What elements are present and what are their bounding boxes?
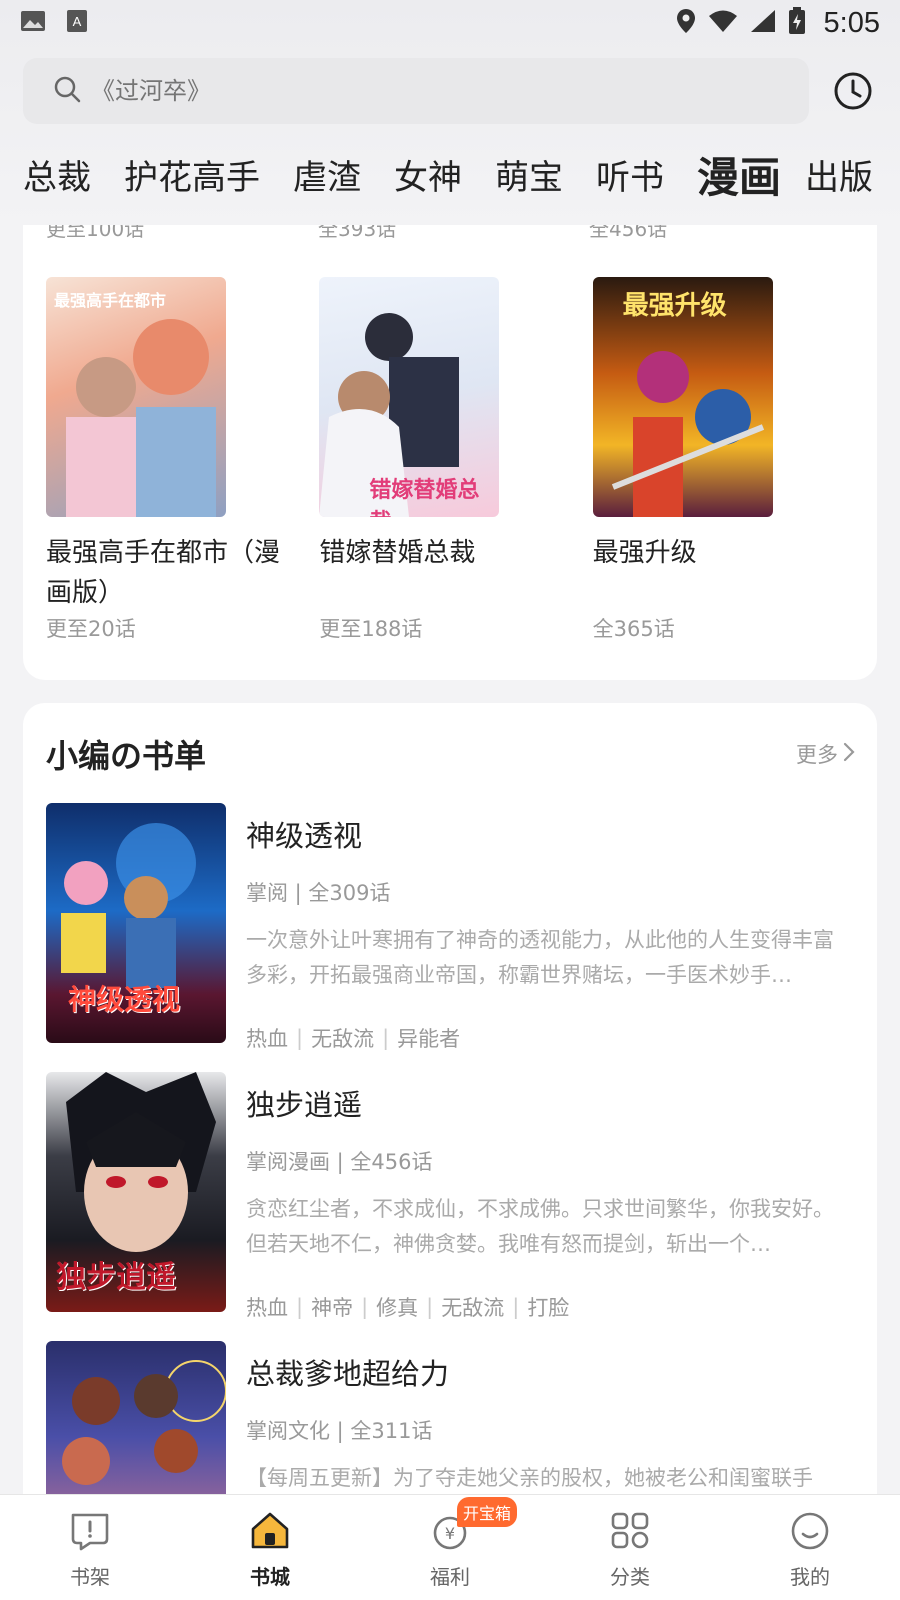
search-input[interactable] (91, 77, 691, 105)
more-label: 更多 (796, 743, 838, 767)
tag: 热血 (246, 1027, 288, 1051)
nav-label: 我的 (790, 1565, 830, 1589)
book-title[interactable]: 错嫁替婚总裁 (319, 533, 569, 613)
search-bar[interactable] (23, 58, 809, 124)
history-icon[interactable] (831, 69, 875, 113)
book-cover[interactable]: 最强升级 (592, 277, 773, 517)
profile-icon (789, 1511, 831, 1555)
cover-title: 神级透视 (68, 983, 181, 1016)
tag: 异能者 (397, 1027, 461, 1051)
book-meta: 掌阅文化 | 全311话 (246, 1419, 433, 1443)
book-meta: 掌阅 | 全309话 (246, 881, 391, 905)
signal-icon (750, 9, 776, 37)
book-grid: 最强高手在都市 最强高手在都市（漫画版） 更至20话 错嫁替婚总裁 错嫁替婚总裁… (46, 277, 866, 643)
cover-illustration (66, 319, 216, 517)
tab-huhua[interactable]: 护花高手 (124, 152, 260, 204)
cover-title: 最强升级 (622, 291, 727, 321)
tag: 修真 (376, 1296, 419, 1320)
nav-category[interactable]: 分类 (540, 1495, 720, 1600)
book-title[interactable]: 最强升级 (593, 533, 843, 613)
search-row (23, 58, 875, 124)
battery-icon (788, 7, 806, 39)
tab-zongcai[interactable]: 总裁 (23, 152, 91, 204)
book-title[interactable]: 神级透视 (246, 813, 846, 855)
book-card[interactable]: 最强高手在都市 最强高手在都市（漫画版） 更至20话 (46, 277, 319, 643)
svg-text:¥: ¥ (445, 1524, 455, 1543)
list-item[interactable]: 总裁爹地超给力 掌阅文化 | 全311话 【每周五更新】为了夺走她父亲的股权，她… (46, 1341, 856, 1503)
book-status: 更至188话 (319, 617, 423, 641)
book-title[interactable]: 独步逍遥 (246, 1082, 846, 1124)
category-icon (609, 1511, 651, 1555)
book-meta: 掌阅漫画 | 全456话 (246, 1150, 433, 1174)
tab-tingshu[interactable]: 听书 (596, 152, 664, 204)
more-button[interactable]: 更多 (796, 739, 856, 769)
truncated-status: 更至100话 (46, 225, 145, 241)
truncated-status: 全456话 (589, 225, 668, 241)
bookshelf-icon (69, 1511, 111, 1555)
editor-booklist-card: 小编の书单 更多 神级透视 神级透视 掌阅 | 全309话 一次意外让叶寒拥有了… (23, 703, 877, 1503)
book-cover[interactable]: 神级透视 (46, 803, 226, 1043)
nav-bookshelf[interactable]: 书架 (0, 1495, 180, 1600)
bottom-nav: 书架 书城 ¥ 开宝箱 福利 分类 我的 (0, 1494, 900, 1600)
tab-manhua[interactable]: 漫画 (697, 152, 781, 204)
nav-welfare[interactable]: ¥ 开宝箱 福利 (360, 1495, 540, 1600)
nav-bookstore[interactable]: 书城 (180, 1495, 360, 1600)
tab-mengbao[interactable]: 萌宝 (495, 152, 563, 204)
book-tags: 热血 | 无敌流 | 异能者 (246, 1023, 846, 1053)
tag: 打脸 (527, 1296, 570, 1320)
book-description: 贪恋红尘者，不求成仙，不求成佛。只求世间繁华，你我安好。但若天地不仁，神佛贪婪。… (246, 1197, 834, 1256)
list-item-body: 独步逍遥 掌阅漫画 | 全456话 贪恋红尘者，不求成仙，不求成佛。只求世间繁华… (246, 1082, 846, 1322)
nav-label: 书架 (70, 1565, 110, 1589)
cover-title: 错嫁替婚总裁 (369, 478, 480, 517)
tag: 无敌流 (311, 1027, 375, 1051)
status-time: 5:05 (823, 6, 880, 39)
list-item-body: 神级透视 掌阅 | 全309话 一次意外让叶寒拥有了神奇的透视能力，从此他的人生… (246, 813, 846, 1053)
treasure-badge[interactable]: 开宝箱 (457, 1497, 518, 1527)
tag: 神帝 (311, 1296, 354, 1320)
wifi-icon (708, 9, 738, 37)
tab-chuban[interactable]: 出版 (805, 152, 873, 204)
search-icon (53, 75, 81, 107)
list-item[interactable]: 独步逍遥 独步逍遥 掌阅漫画 | 全456话 贪恋红尘者，不求成仙，不求成佛。只… (46, 1072, 856, 1320)
tab-nuezha[interactable]: 虐渣 (293, 152, 361, 204)
list-item-body: 总裁爹地超给力 掌阅文化 | 全311话 【每周五更新】为了夺走她父亲的股权，她… (246, 1351, 846, 1503)
book-title[interactable]: 总裁爹地超给力 (246, 1351, 846, 1393)
tag: 热血 (246, 1296, 288, 1320)
bookstore-icon (249, 1511, 291, 1555)
truncated-row: 更至100话 全393话 全456话 (23, 225, 877, 245)
book-status: 更至20话 (46, 617, 136, 641)
book-status: 全365话 (592, 617, 675, 641)
book-cover[interactable] (46, 1341, 226, 1503)
tab-nvshen[interactable]: 女神 (394, 152, 462, 204)
book-title[interactable]: 最强高手在都市（漫画版） (46, 533, 296, 613)
book-cover[interactable]: 独步逍遥 (46, 1072, 226, 1312)
gallery-notification-icon (20, 10, 46, 36)
cover-illustration (62, 1360, 226, 1485)
keyboard-notification-icon: A (66, 9, 88, 37)
svg-text:A: A (73, 14, 82, 29)
cover-title: 最强高手在都市 (54, 291, 167, 310)
nav-label: 福利 (430, 1565, 470, 1589)
chevron-right-icon (842, 741, 856, 768)
book-description: 一次意外让叶寒拥有了神奇的透视能力，从此他的人生变得丰富多彩，开拓最强商业帝国，… (246, 928, 834, 987)
booklist-title: 小编の书单 (46, 737, 207, 775)
booklist-header: 小编の书单 更多 (46, 731, 856, 777)
list-item[interactable]: 神级透视 神级透视 掌阅 | 全309话 一次意外让叶寒拥有了神奇的透视能力，从… (46, 803, 856, 1051)
tag: 无敌流 (441, 1296, 505, 1320)
cover-title: 独步逍遥 (56, 1260, 176, 1295)
book-card[interactable]: 最强升级 最强升级 全365话 (592, 277, 866, 643)
book-card[interactable]: 错嫁替婚总裁 错嫁替婚总裁 更至188话 (319, 277, 592, 643)
book-tags: 热血 | 神帝 | 修真 | 无敌流 | 打脸 (246, 1292, 846, 1322)
truncated-status: 全393话 (318, 225, 397, 241)
book-cover[interactable]: 最强高手在都市 (46, 277, 226, 517)
book-cover[interactable]: 错嫁替婚总裁 (319, 277, 500, 517)
status-bar: A 5:05 (0, 0, 900, 46)
nav-label: 书城 (250, 1565, 290, 1589)
nav-label: 分类 (610, 1565, 650, 1589)
nav-profile[interactable]: 我的 (720, 1495, 900, 1600)
category-tabs: 总裁 护花高手 虐渣 女神 萌宝 听书 漫画 出版 (23, 140, 900, 204)
location-icon (676, 8, 696, 38)
book-grid-card: 更至100话 全393话 全456话 最强高手在都市 最强高手在都市（漫画版） … (23, 225, 877, 680)
